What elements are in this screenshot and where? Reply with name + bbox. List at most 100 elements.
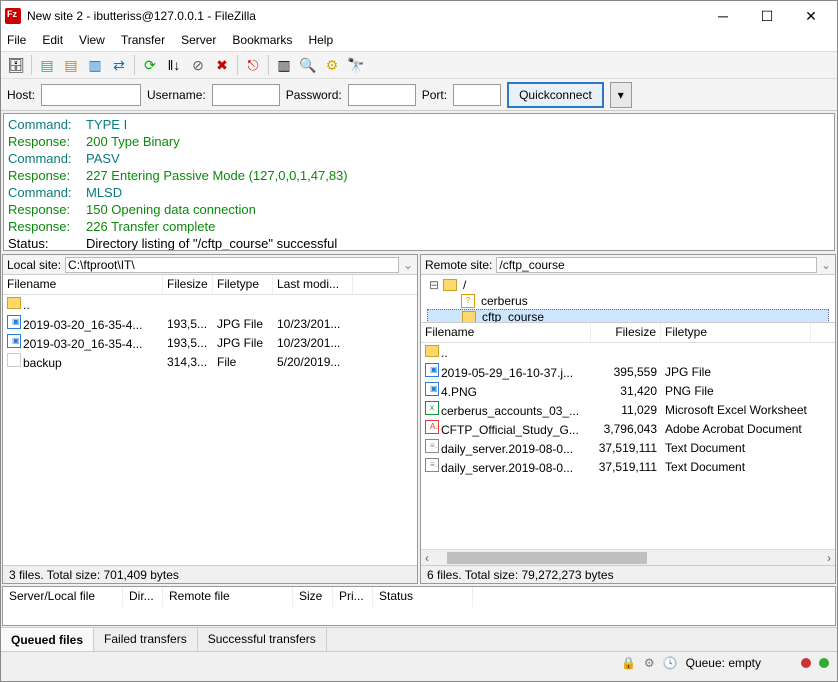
host-label: Host: <box>7 88 35 102</box>
menu-bookmarks[interactable]: Bookmarks <box>230 31 294 51</box>
queue-pane: Server/Local file Dir... Remote file Siz… <box>2 586 836 626</box>
file-row[interactable]: ▣2019-03-20_16-35-4...193,5...JPG File10… <box>3 333 417 352</box>
tree-item[interactable]: ⊟/ <box>427 277 829 293</box>
disconnect-icon[interactable]: ✖ <box>211 54 233 76</box>
titlebar: New site 2 - ibutteriss@127.0.0.1 - File… <box>1 1 837 31</box>
file-row[interactable]: backup314,3...File5/20/2019... <box>3 352 417 371</box>
clock-icon: 🕓 <box>663 656 678 670</box>
file-icon <box>7 353 21 367</box>
file-row[interactable]: ▣2019-03-20_16-35-4...193,5...JPG File10… <box>3 314 417 333</box>
queue-headers[interactable]: Server/Local file Dir... Remote file Siz… <box>3 587 835 607</box>
minimize-button[interactable]: ─ <box>701 2 745 30</box>
png-icon: ▣ <box>425 382 439 396</box>
process-queue-icon[interactable]: ‖↓ <box>163 54 185 76</box>
local-site-label: Local site: <box>7 258 61 272</box>
local-pane: Local site: ⌄ Filename Filesize Filetype… <box>2 254 418 584</box>
folder-icon <box>425 345 439 357</box>
remote-filelist[interactable]: ..▣2019-05-29_16-10-37.j...395,559JPG Fi… <box>421 343 835 549</box>
menu-view[interactable]: View <box>77 31 107 51</box>
port-label: Port: <box>422 88 447 102</box>
jpg-icon: ▣ <box>425 363 439 377</box>
log-row: Response:227 Entering Passive Mode (127,… <box>8 167 830 184</box>
close-button[interactable]: ✕ <box>789 2 833 30</box>
tree-item[interactable]: ?cerberus <box>427 293 829 309</box>
toolbar: 🗄 ▤ ▤ ▥ ⇄ ⟳ ‖↓ ⊘ ✖ ⎋ ▥ 🔍 ⚙ 🔭 <box>1 51 837 79</box>
port-input[interactable] <box>453 84 501 106</box>
toggle-remotetree-icon[interactable]: ▥ <box>84 54 106 76</box>
reconnect-icon[interactable]: ⎋ <box>242 54 264 76</box>
remote-hscroll[interactable]: ‹› <box>421 549 835 565</box>
menu-edit[interactable]: Edit <box>40 31 65 51</box>
quickconnect-dropdown[interactable]: ▾ <box>610 82 632 108</box>
quickconnect-bar: Host: Username: Password: Port: Quickcon… <box>1 79 837 111</box>
cancel-icon[interactable]: ⊘ <box>187 54 209 76</box>
message-log[interactable]: Command:TYPE IResponse:200 Type Binary Co… <box>3 113 835 251</box>
tab-failed[interactable]: Failed transfers <box>94 628 198 651</box>
quickconnect-button[interactable]: Quickconnect <box>507 82 604 108</box>
host-input[interactable] <box>41 84 141 106</box>
statusbar: 🔒 ⚙ 🕓 Queue: empty <box>1 651 837 673</box>
file-row[interactable]: ≡daily_server.2019-08-0...37,519,111Text… <box>421 438 835 457</box>
toggle-log-icon[interactable]: ▤ <box>36 54 58 76</box>
pdf-icon: A <box>425 420 439 434</box>
menu-help[interactable]: Help <box>306 31 335 51</box>
remote-tree[interactable]: ⊟/?cerberuscftp_course <box>421 275 835 323</box>
local-filelist[interactable]: ..▣2019-03-20_16-35-4...193,5...JPG File… <box>3 295 417 565</box>
unk-icon: ? <box>461 294 475 308</box>
local-headers[interactable]: Filename Filesize Filetype Last modi... <box>3 275 417 295</box>
menubar: File Edit View Transfer Server Bookmarks… <box>1 31 837 51</box>
menu-file[interactable]: File <box>5 31 28 51</box>
file-row[interactable]: ▣2019-05-29_16-10-37.j...395,559JPG File <box>421 362 835 381</box>
tab-queued[interactable]: Queued files <box>1 628 94 651</box>
local-path-dropdown-icon[interactable]: ⌄ <box>403 258 413 272</box>
file-row[interactable]: xcerberus_accounts_03_...11,029Microsoft… <box>421 400 835 419</box>
log-row: Response:150 Opening data connection <box>8 201 830 218</box>
folder-icon <box>443 279 457 291</box>
password-input[interactable] <box>348 84 416 106</box>
username-input[interactable] <box>212 84 280 106</box>
xls-icon: x <box>425 401 439 415</box>
led-idle-icon <box>801 658 811 668</box>
remote-path-dropdown-icon[interactable]: ⌄ <box>821 258 831 272</box>
username-label: Username: <box>147 88 206 102</box>
file-row[interactable]: .. <box>421 343 835 362</box>
folder-icon <box>7 297 21 309</box>
folder-icon <box>462 311 476 323</box>
log-row: Command:MLSD <box>8 184 830 201</box>
password-label: Password: <box>286 88 342 102</box>
window-title: New site 2 - ibutteriss@127.0.0.1 - File… <box>27 9 701 23</box>
toggle-queue-icon[interactable]: ⇄ <box>108 54 130 76</box>
file-row[interactable]: ▣4.PNG31,420PNG File <box>421 381 835 400</box>
sitemanager-icon[interactable]: 🗄 <box>5 54 27 76</box>
remote-status: 6 files. Total size: 79,272,273 bytes <box>421 565 835 583</box>
search-icon[interactable]: 🔍 <box>297 54 319 76</box>
remote-headers[interactable]: Filename Filesize Filetype <box>421 323 835 343</box>
remote-pane: Remote site: ⌄ ⊟/?cerberuscftp_course Fi… <box>420 254 836 584</box>
refresh-icon[interactable]: ⟳ <box>139 54 161 76</box>
filter-icon[interactable]: ▥ <box>273 54 295 76</box>
toggle-localtree-icon[interactable]: ▤ <box>60 54 82 76</box>
log-row: Status:Directory listing of "/cftp_cours… <box>8 235 830 251</box>
lock-icon: 🔒 <box>621 656 636 670</box>
txt-icon: ≡ <box>425 458 439 472</box>
remote-site-label: Remote site: <box>425 258 492 272</box>
local-path-input[interactable] <box>65 257 399 273</box>
maximize-button[interactable]: ☐ <box>745 2 789 30</box>
file-row[interactable]: ACFTP_Official_Study_G...3,796,043Adobe … <box>421 419 835 438</box>
binoculars-icon[interactable]: 🔭 <box>345 54 367 76</box>
menu-server[interactable]: Server <box>179 31 218 51</box>
menu-transfer[interactable]: Transfer <box>119 31 167 51</box>
remote-path-input[interactable] <box>496 257 817 273</box>
tab-successful[interactable]: Successful transfers <box>198 628 327 651</box>
app-icon <box>5 8 21 24</box>
file-row[interactable]: ≡daily_server.2019-08-0...37,519,111Text… <box>421 457 835 476</box>
file-row[interactable]: .. <box>3 295 417 314</box>
compare-icon[interactable]: ⚙ <box>321 54 343 76</box>
log-row: Command:TYPE I <box>8 116 830 133</box>
jpg-icon: ▣ <box>7 334 21 348</box>
tree-item[interactable]: cftp_course <box>427 309 829 323</box>
local-status: 3 files. Total size: 701,409 bytes <box>3 565 417 583</box>
queue-tabs: Queued files Failed transfers Successful… <box>1 627 837 651</box>
log-row: Response:200 Type Binary <box>8 133 830 150</box>
gear-icon: ⚙ <box>644 656 655 670</box>
